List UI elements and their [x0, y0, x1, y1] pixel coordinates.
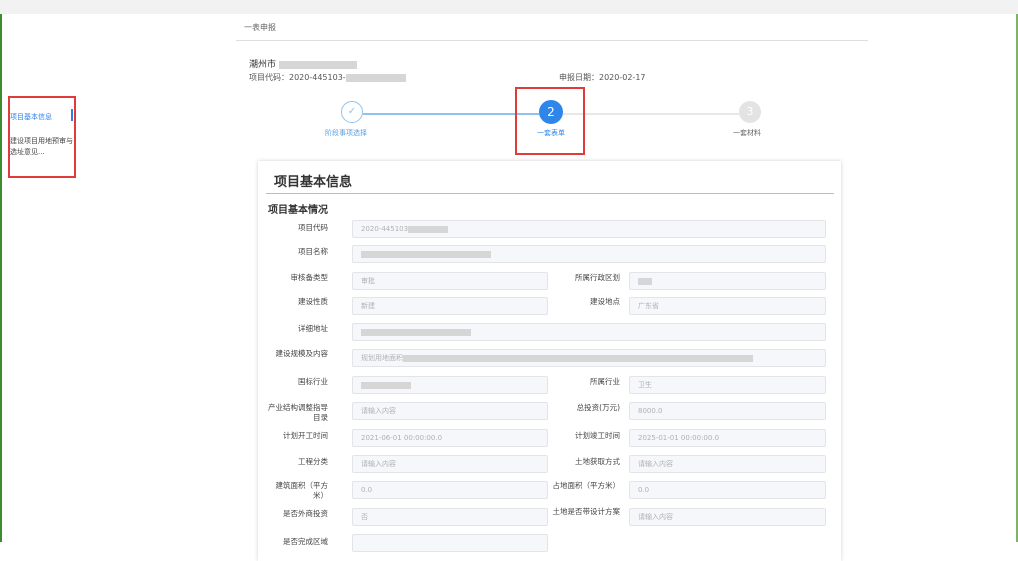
step-3-label[interactable]: 一套材料 [733, 128, 761, 138]
step-2-highlight [515, 87, 585, 155]
label-name: 项目名称 [298, 247, 328, 256]
input-invest[interactable]: 8000.0 [629, 402, 826, 420]
label-location: 建设地点 [590, 297, 620, 306]
step-1-check-icon[interactable]: ✓ [341, 101, 363, 123]
step-connector-1 [363, 113, 539, 115]
step-3-circle[interactable]: 3 [739, 101, 761, 123]
card-divider [266, 193, 834, 194]
input-category[interactable]: 请输入内容 [352, 455, 548, 473]
step-1-label[interactable]: 阶段事项选择 [325, 128, 367, 138]
project-code: 项目代码：2020-445103- [249, 72, 406, 83]
input-belong-industry[interactable]: 卫生 [629, 376, 826, 394]
label-land-area: 占地面积（平方米） [552, 481, 621, 490]
label-end-time: 计划竣工时间 [575, 431, 620, 440]
input-industry[interactable] [352, 376, 548, 394]
section-title: 项目基本情况 [268, 205, 328, 216]
label-code: 项目代码 [298, 223, 328, 232]
apply-date: 申报日期：2020-02-17 [559, 73, 646, 82]
input-location[interactable]: 广东省 [629, 297, 826, 315]
label-industry: 国标行业 [298, 377, 328, 386]
label-foreign: 是否外商投资 [283, 509, 328, 518]
label-land-method: 土地获取方式 [575, 457, 620, 466]
sidebar-active-indicator [71, 109, 73, 121]
input-start-time[interactable]: 2021-06-01 00:00:00.0 [352, 429, 548, 447]
breadcrumb-divider [236, 40, 868, 41]
label-belong-industry: 所属行业 [590, 377, 620, 386]
sidebar-item-basic-info[interactable]: 项目基本信息 [10, 112, 52, 122]
label-review-type: 审核备类型 [290, 273, 329, 282]
label-catalog: 产业结构调整指导目录 [268, 403, 328, 422]
input-region-done[interactable] [352, 534, 548, 552]
left-edge-bar [0, 14, 2, 542]
input-land-method[interactable]: 请输入内容 [629, 455, 826, 473]
input-design-plan[interactable]: 请输入内容 [629, 508, 826, 526]
input-build-area[interactable]: 0.0 [352, 481, 548, 499]
label-nature: 建设性质 [298, 297, 328, 306]
input-catalog[interactable]: 请输入内容 [352, 402, 548, 420]
label-start-time: 计划开工时间 [283, 431, 328, 440]
input-address[interactable] [352, 323, 826, 341]
label-category: 工程分类 [298, 457, 328, 466]
input-foreign[interactable]: 否 [352, 508, 548, 526]
label-invest: 总投资(万元) [576, 403, 620, 412]
sidebar-item-land-preview[interactable]: 建设项目用地预审与选址意见... [10, 136, 74, 158]
step-connector-2 [563, 113, 739, 115]
input-code[interactable]: 2020-445103 [352, 220, 826, 238]
label-region: 所属行政区划 [575, 273, 620, 282]
input-name[interactable] [352, 245, 826, 263]
input-scale[interactable]: 规划用地面积 [352, 349, 826, 367]
form-card: 项目基本信息 项目基本情况 项目代码 2020-445103 项目名称 审核备类… [258, 161, 841, 561]
breadcrumb: 一表申报 [244, 23, 276, 32]
sidebar-nav: 项目基本信息 建设项目用地预审与选址意见... [8, 96, 76, 178]
label-scale: 建设规模及内容 [275, 349, 329, 358]
input-land-area[interactable]: 0.0 [629, 481, 826, 499]
label-build-area: 建筑面积（平方米） [275, 481, 329, 500]
input-review-type[interactable]: 审批 [352, 272, 548, 290]
input-nature[interactable]: 新建 [352, 297, 548, 315]
label-address: 详细地址 [298, 324, 328, 333]
top-bar [0, 0, 1018, 14]
card-title: 项目基本信息 [274, 175, 353, 190]
project-title: 潮州市 [249, 57, 357, 70]
input-end-time[interactable]: 2025-01-01 00:00:00.0 [629, 429, 826, 447]
input-region[interactable] [629, 272, 826, 290]
label-design-plan: 土地是否带设计方案 [552, 507, 621, 516]
label-region-done: 是否完成区域 [283, 537, 328, 546]
